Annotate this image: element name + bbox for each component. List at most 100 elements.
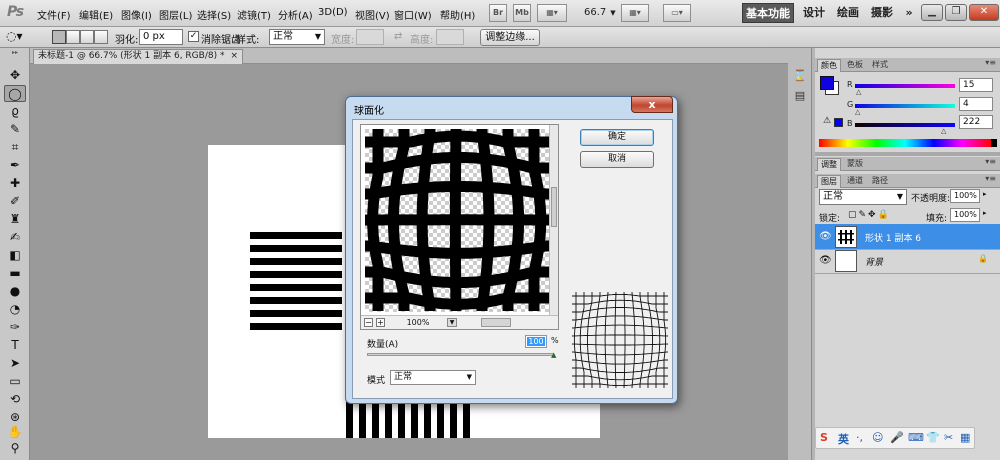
amount-slider[interactable] [367,353,554,356]
type-tool-icon[interactable]: T [4,337,26,354]
arrange-documents-button[interactable]: ▦▾ [537,4,567,22]
channel-r-thumb[interactable]: △ [856,88,861,96]
new-selection-icon[interactable] [52,30,66,44]
toolbox-icon[interactable]: ✂ [944,431,953,444]
menu-3d[interactable]: 3D(D) [318,7,348,18]
3d-rotate-tool-icon[interactable]: ⟲ [4,391,26,408]
eye-icon[interactable]: 👁 [819,255,832,266]
cancel-button[interactable]: 取消 [580,151,654,168]
channel-g-thumb[interactable]: △ [855,108,860,116]
panel-menu-icon[interactable]: ▾≡ [985,174,996,183]
microphone-icon[interactable]: 🎤 [890,431,904,444]
screen-mode-button[interactable]: ▦▾ [621,4,649,22]
mini-bridge-button[interactable]: Mb [513,4,531,22]
layer-name[interactable]: 背景 [865,255,883,268]
grid-menu-icon[interactable]: ▦ [960,431,970,444]
ok-button[interactable]: 确定 [580,129,654,146]
workspace-photography[interactable]: 摄影 [868,3,896,23]
channel-b-input[interactable]: 222 [959,115,993,129]
history-brush-tool-icon[interactable]: ✍ [4,229,26,246]
punctuation-icon[interactable]: ·, [856,431,863,444]
scroll-thumb[interactable] [551,187,557,227]
crop-tool-icon[interactable]: ⌗ [4,139,26,156]
mode-select[interactable]: 正常 ▼ [390,370,476,385]
tab-color[interactable]: 颜色 [817,59,841,72]
hand-tool-icon[interactable]: ✋ [4,424,26,441]
preview-horizontal-scroll-thumb[interactable] [481,318,511,327]
preview-vertical-scrollbar[interactable] [549,125,558,315]
gamut-warning-icon[interactable]: ⚠ [823,116,831,126]
marquee-preset-icon[interactable]: ◌▾ [6,29,23,43]
color-spectrum-ramp[interactable] [819,139,991,147]
channel-r-slider[interactable] [855,84,955,88]
zoom-in-button[interactable]: + [376,318,385,327]
skin-icon[interactable]: 👕 [926,431,940,444]
filter-preview[interactable]: − + 100% ▼ [360,124,559,330]
pen-tool-icon[interactable]: ✑ [4,319,26,336]
menu-layer[interactable]: 图层(L) [159,7,192,22]
menu-edit[interactable]: 编辑(E) [79,7,113,22]
clone-stamp-tool-icon[interactable]: ♜ [4,211,26,228]
chevron-down-icon[interactable]: ▸ [983,190,987,198]
refine-edge-button[interactable]: 调整边缘... [480,29,540,46]
foreground-color-swatch[interactable] [820,76,834,90]
channel-g-slider[interactable] [855,104,955,108]
healing-brush-tool-icon[interactable]: ✚ [4,175,26,192]
opacity-input[interactable]: 100% [950,189,980,203]
gradient-tool-icon[interactable]: ▬ [4,265,26,282]
menu-filter[interactable]: 滤镜(T) [237,7,271,22]
blend-mode-select[interactable]: 正常 ▼ [819,189,907,205]
eyedropper-tool-icon[interactable]: ✒ [4,157,26,174]
menu-help[interactable]: 帮助(H) [440,7,475,22]
blur-tool-icon[interactable]: ● [4,283,26,300]
restore-button[interactable]: ❐ [945,4,967,21]
chevron-down-icon[interactable]: ▼ [447,318,457,327]
minimize-button[interactable]: ▁ [921,4,943,21]
style-select[interactable]: 正常 ▼ [269,29,325,45]
panel-menu-icon[interactable]: ▾≡ [985,157,996,166]
lock-options-icons[interactable]: ▢✎✥🔒 [848,210,891,220]
layer-row-shape-copy-6[interactable]: 👁 形状 1 副本 6 [815,224,1000,250]
zoom-select[interactable]: 66.7 ▼ [584,7,616,18]
gamut-color-swatch[interactable] [834,118,843,127]
dodge-tool-icon[interactable]: ◔ [4,301,26,318]
tab-swatches[interactable]: 色板 [844,59,866,72]
emoji-icon[interactable]: ☺ [872,431,883,444]
extras-button[interactable]: ▭▾ [663,4,691,22]
tab-masks[interactable]: 蒙版 [844,158,866,171]
preview-zoom-value[interactable]: 100% [389,317,447,328]
path-selection-tool-icon[interactable]: ➤ [4,355,26,372]
tab-layers[interactable]: 图层 [817,175,841,188]
close-icon[interactable]: × [230,51,238,61]
elliptical-marquee-tool-icon[interactable]: ◯ [4,85,26,102]
feather-input[interactable]: 0 px [139,29,183,45]
panel-menu-icon[interactable]: ▾≡ [985,58,996,67]
menu-analysis[interactable]: 分析(A) [278,7,313,22]
channel-b-thumb[interactable]: △ [941,127,946,135]
workspace-essentials[interactable]: 基本功能 [742,3,794,23]
amount-input[interactable]: 100 [525,335,547,348]
brush-tool-icon[interactable]: ✐ [4,193,26,210]
workspace-more[interactable]: » [900,3,918,23]
tool-presets-icon[interactable]: ▤ [791,88,809,104]
move-tool-icon[interactable]: ✥ [4,67,26,84]
menu-window[interactable]: 窗口(W) [394,7,432,22]
menu-select[interactable]: 选择(S) [197,7,231,22]
tab-paths[interactable]: 路径 [869,175,891,188]
document-tab[interactable]: 未标题-1 @ 66.7% (形状 1 副本 6, RGB/8) * × [33,49,243,64]
antialias-checkbox[interactable]: ✓ [188,31,199,42]
window-close-button[interactable]: ✕ [969,4,999,21]
sogou-logo[interactable]: S [820,431,828,444]
eraser-tool-icon[interactable]: ◧ [4,247,26,264]
layer-name[interactable]: 形状 1 副本 6 [865,231,921,244]
chevron-down-icon[interactable]: ▸ [983,209,987,217]
dialog-close-button[interactable]: x [631,96,673,113]
menu-view[interactable]: 视图(V) [355,7,390,22]
ramp-black-swatch[interactable] [991,139,997,147]
bridge-button[interactable]: Br [489,4,507,22]
fill-input[interactable]: 100% [950,208,980,222]
quick-selection-tool-icon[interactable]: ✎ [4,121,26,138]
add-selection-icon[interactable] [66,30,80,44]
zoom-out-button[interactable]: − [364,318,373,327]
layer-row-background[interactable]: 👁 背景 🔒 [815,248,1000,274]
